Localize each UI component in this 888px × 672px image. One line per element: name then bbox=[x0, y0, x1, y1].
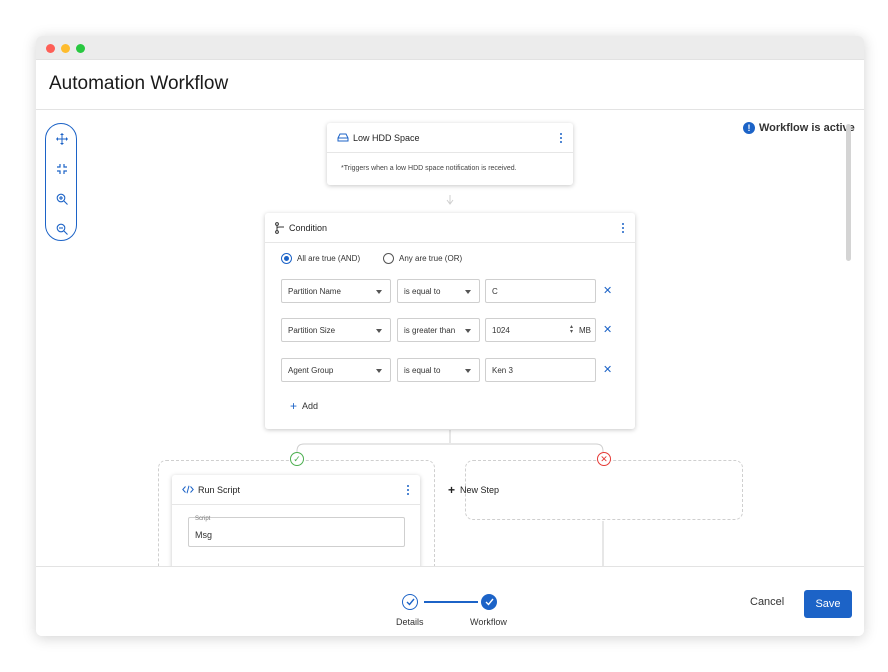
page-header: Automation Workflow bbox=[36, 60, 864, 110]
number-stepper-icon[interactable]: ▴ ▾ bbox=[570, 324, 573, 335]
radio-or-label: Any are true (OR) bbox=[399, 254, 463, 263]
info-icon: ! bbox=[743, 122, 755, 134]
condition-field-select[interactable]: Agent Group bbox=[281, 358, 391, 382]
step-details-label: Details bbox=[396, 617, 424, 627]
radio-or[interactable]: Any are true (OR) bbox=[383, 253, 462, 264]
run-script-header: Run Script bbox=[172, 475, 420, 505]
condition-value-input[interactable]: 1024 ▴ ▾ MB bbox=[485, 318, 596, 342]
condition-value-text: C bbox=[492, 286, 498, 296]
condition-menu-icon[interactable] bbox=[621, 223, 625, 233]
condition-card[interactable]: Condition All are true (AND) Any are tru… bbox=[265, 213, 635, 429]
condition-field-value: Partition Size bbox=[288, 325, 336, 335]
chevron-down-icon bbox=[465, 290, 471, 294]
branch-icon bbox=[275, 221, 284, 234]
condition-value-text: Ken 3 bbox=[492, 365, 513, 375]
zoom-in-icon[interactable] bbox=[52, 189, 72, 209]
trigger-title: Low HDD Space bbox=[353, 132, 420, 143]
cancel-button[interactable]: Cancel bbox=[750, 596, 784, 608]
trigger-card[interactable]: Low HDD Space *Triggers when a low HDD s… bbox=[327, 123, 573, 185]
step-details-check-icon[interactable] bbox=[402, 594, 418, 610]
move-icon[interactable] bbox=[52, 129, 72, 149]
chevron-down-icon bbox=[376, 290, 382, 294]
stepper-line bbox=[424, 601, 478, 603]
add-condition-button[interactable]: + Add bbox=[290, 399, 318, 413]
condition-title: Condition bbox=[289, 222, 328, 233]
condition-operator-select[interactable]: is greater than bbox=[397, 318, 480, 342]
remove-condition-icon[interactable]: ✕ bbox=[603, 284, 612, 297]
app-window: Automation Workflow ! Workflow is active… bbox=[36, 36, 864, 636]
step-workflow-check-icon[interactable] bbox=[481, 594, 497, 610]
condition-value-input[interactable]: C bbox=[485, 279, 596, 303]
condition-card-header: Condition bbox=[265, 213, 635, 243]
plus-icon: + bbox=[448, 483, 456, 497]
canvas-toolbar bbox=[45, 123, 77, 241]
condition-unit: MB bbox=[579, 325, 591, 335]
condition-operator-value: is greater than bbox=[404, 325, 456, 335]
condition-value-text: 1024 bbox=[492, 325, 510, 335]
page-title: Automation Workflow bbox=[49, 73, 229, 94]
hdd-icon bbox=[337, 133, 349, 142]
false-branch-area[interactable] bbox=[465, 460, 743, 520]
workflow-canvas[interactable]: ! Workflow is active Low HDD Space *Trig… bbox=[36, 111, 864, 566]
title-bar bbox=[36, 36, 864, 60]
radio-and-control[interactable] bbox=[281, 253, 292, 264]
condition-operator-value: is equal to bbox=[404, 365, 441, 375]
code-icon bbox=[182, 485, 194, 494]
save-button[interactable]: Save bbox=[804, 590, 852, 618]
remove-condition-icon[interactable]: ✕ bbox=[603, 323, 612, 336]
trigger-menu-icon[interactable] bbox=[559, 133, 563, 143]
condition-field-value: Partition Name bbox=[288, 286, 341, 296]
radio-and[interactable]: All are true (AND) bbox=[281, 253, 360, 264]
add-condition-label: Add bbox=[302, 401, 319, 411]
script-input[interactable]: Script Msg bbox=[188, 516, 405, 547]
radio-and-label: All are true (AND) bbox=[297, 254, 361, 263]
radio-or-control[interactable] bbox=[383, 253, 394, 264]
workflow-status-text: Workflow is active bbox=[759, 122, 855, 134]
chevron-down-icon bbox=[376, 369, 382, 373]
condition-value-input[interactable]: Ken 3 bbox=[485, 358, 596, 382]
minimize-window-button[interactable] bbox=[61, 44, 70, 53]
condition-field-select[interactable]: Partition Name bbox=[281, 279, 391, 303]
script-field-label: Script bbox=[195, 516, 211, 522]
workflow-status: ! Workflow is active bbox=[743, 122, 855, 134]
condition-field-select[interactable]: Partition Size bbox=[281, 318, 391, 342]
footer: Details Workflow Cancel Save bbox=[36, 566, 864, 636]
fit-icon[interactable] bbox=[52, 159, 72, 179]
new-step-button[interactable]: + New Step bbox=[448, 483, 499, 497]
condition-field-value: Agent Group bbox=[288, 365, 334, 375]
run-script-menu-icon[interactable] bbox=[406, 485, 410, 495]
canvas-scrollbar[interactable] bbox=[846, 124, 851, 261]
run-script-card[interactable]: Run Script Script Msg bbox=[172, 475, 420, 566]
chevron-down-icon bbox=[376, 329, 382, 333]
plus-icon: + bbox=[290, 399, 298, 413]
check-icon: ✓ bbox=[290, 452, 304, 466]
new-step-label: New Step bbox=[460, 485, 500, 495]
run-script-title: Run Script bbox=[198, 484, 241, 495]
condition-operator-select[interactable]: is equal to bbox=[397, 279, 480, 303]
condition-operator-value: is equal to bbox=[404, 286, 441, 296]
condition-operator-select[interactable]: is equal to bbox=[397, 358, 480, 382]
trigger-description: *Triggers when a low HDD space notificat… bbox=[341, 165, 517, 172]
script-value: Msg bbox=[195, 530, 213, 540]
maximize-window-button[interactable] bbox=[76, 44, 85, 53]
close-window-button[interactable] bbox=[46, 44, 55, 53]
zoom-out-icon[interactable] bbox=[52, 219, 72, 239]
x-circle-icon: ✕ bbox=[597, 452, 611, 466]
chevron-down-icon bbox=[465, 329, 471, 333]
trigger-card-header: Low HDD Space bbox=[327, 123, 573, 153]
remove-condition-icon[interactable]: ✕ bbox=[603, 363, 612, 376]
chevron-down-icon bbox=[465, 369, 471, 373]
step-workflow-label: Workflow bbox=[470, 617, 507, 627]
